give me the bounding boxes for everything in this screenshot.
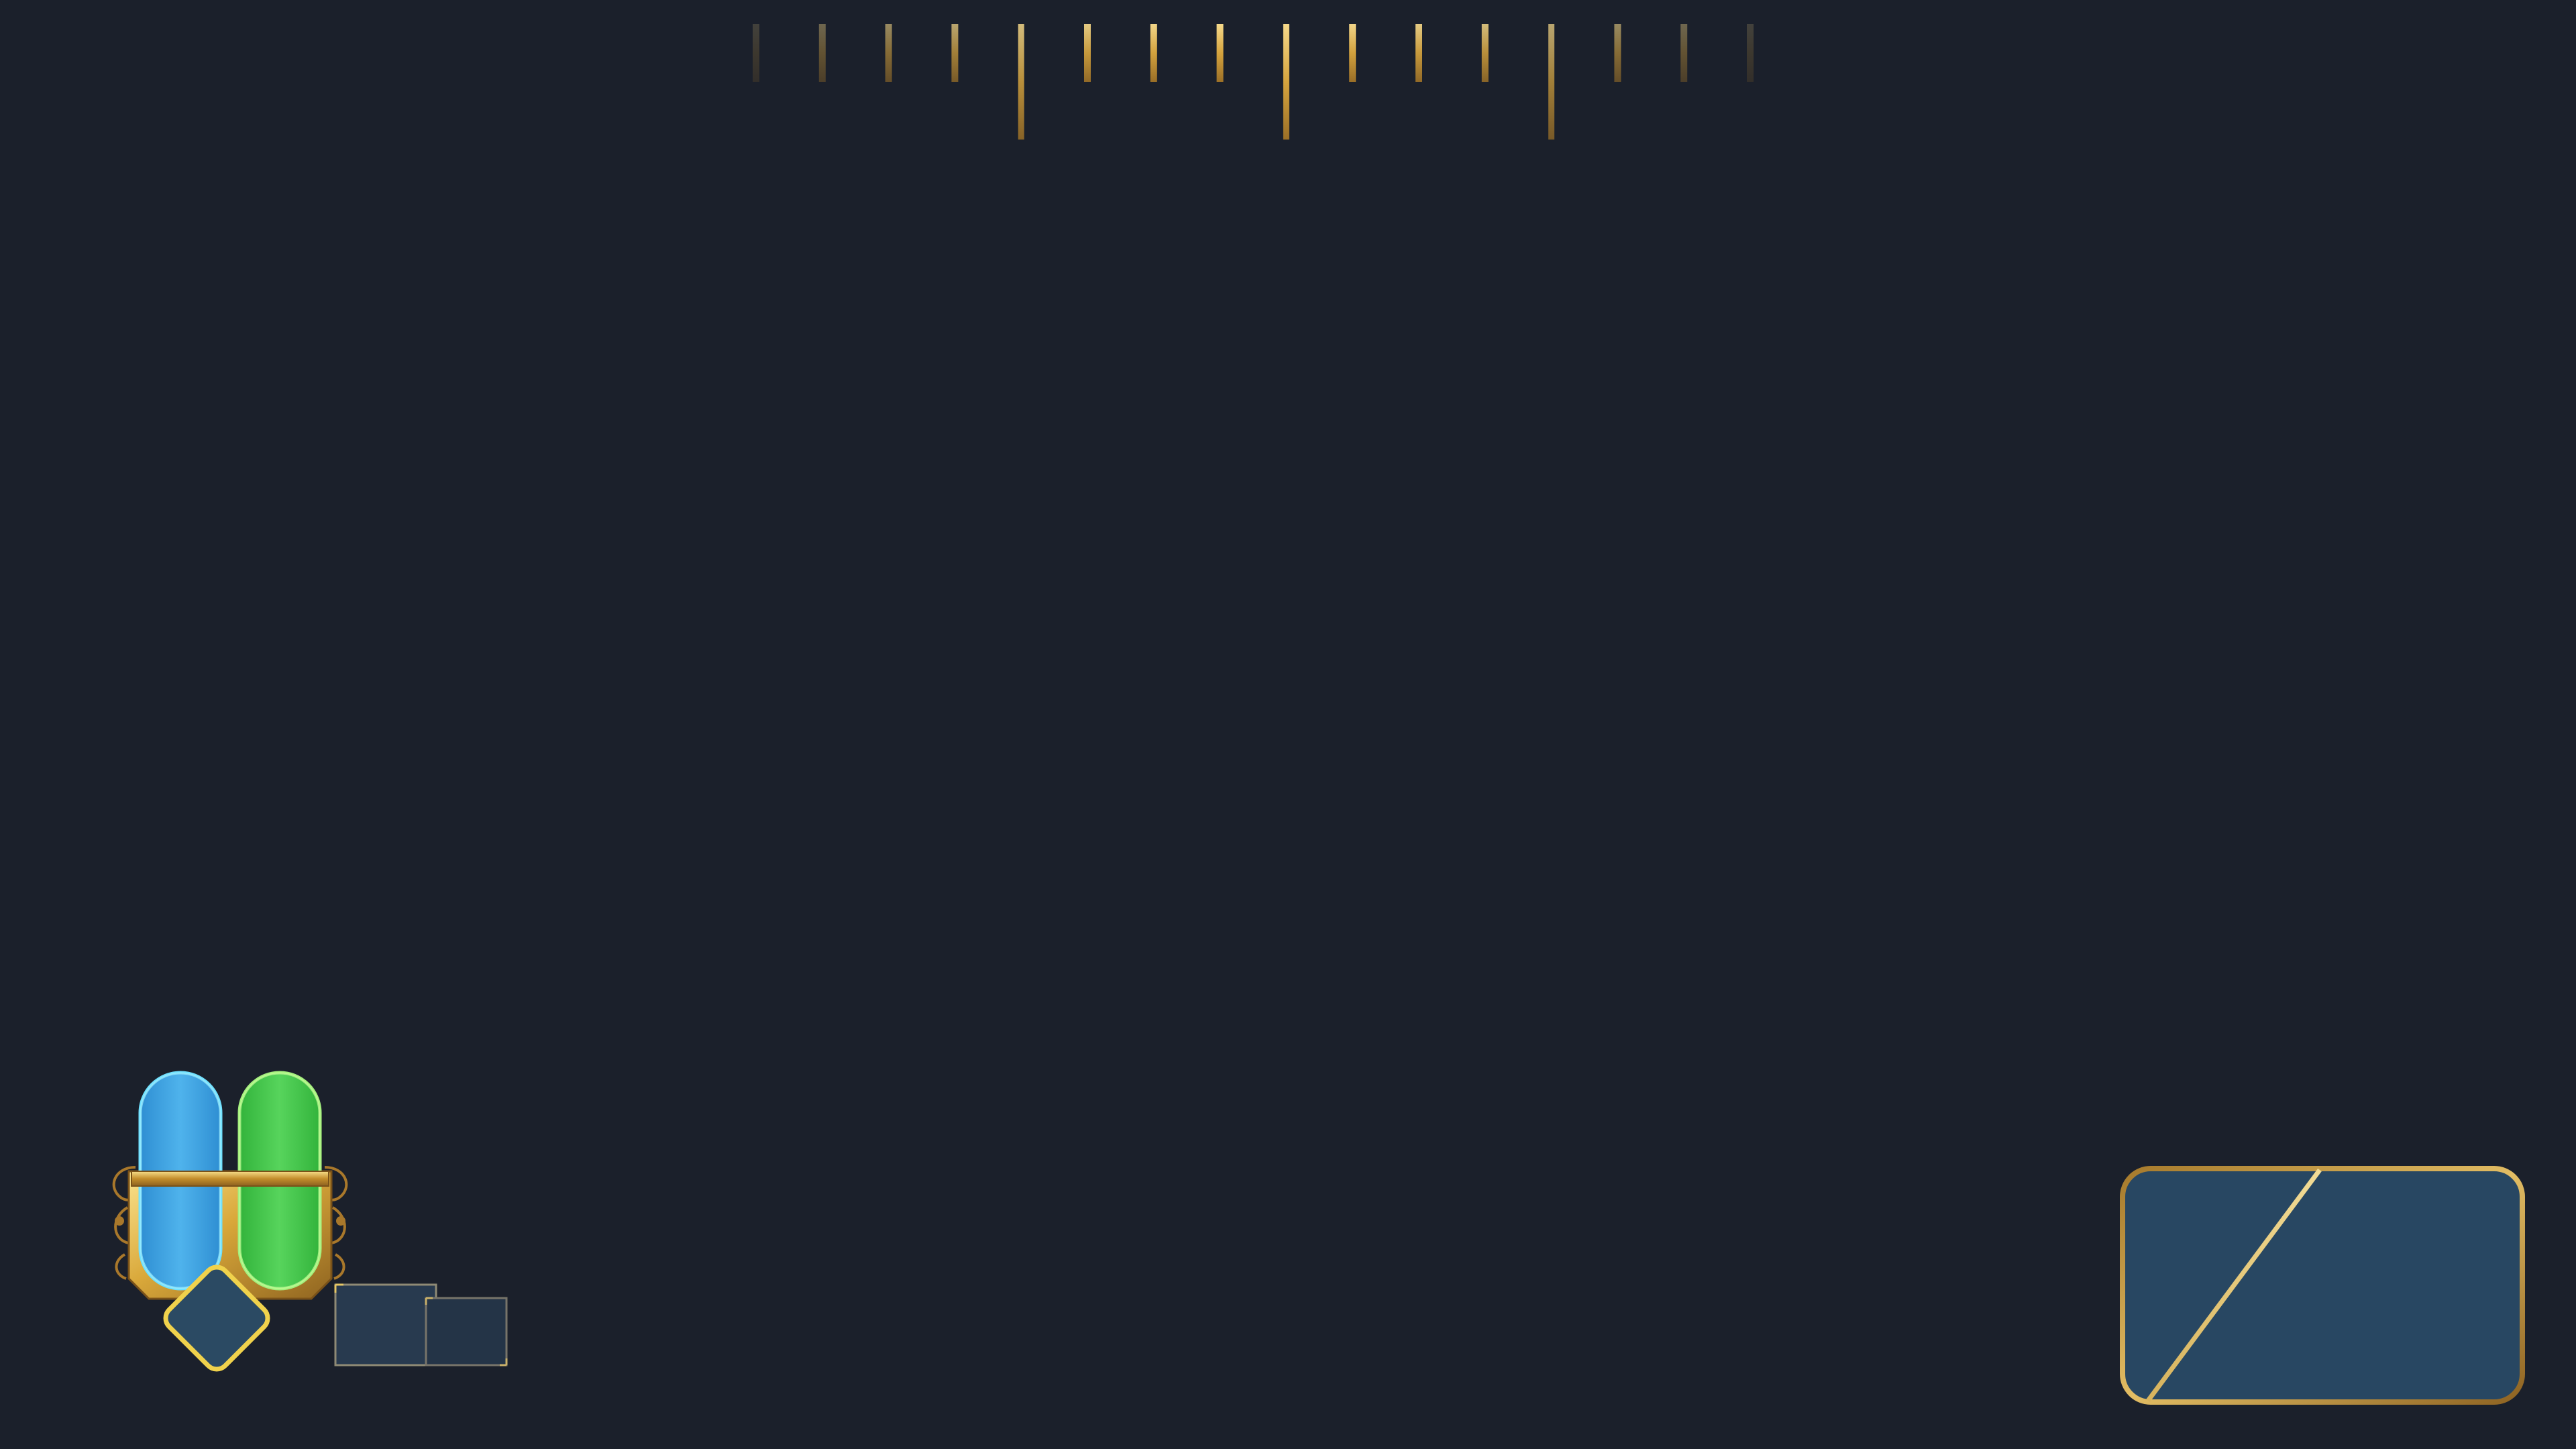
compass-minor-tick (1481, 24, 1489, 82)
minimap-panel[interactable] (2113, 1154, 2542, 1415)
vial-band (131, 1171, 329, 1187)
quick-slot-2[interactable] (425, 1297, 508, 1366)
quick-slots (334, 1283, 508, 1366)
game-scene (0, 0, 2576, 1449)
compass-minor-tick (1349, 24, 1356, 82)
compass-minor-tick (1614, 24, 1621, 82)
compass-minor-tick (1747, 24, 1754, 82)
quick-slot-1[interactable] (334, 1283, 437, 1366)
compass-major-tick (1283, 24, 1289, 140)
compass-minor-tick (1150, 24, 1157, 82)
compass-minor-tick (818, 24, 826, 82)
compass-major-tick (1548, 24, 1555, 140)
compass-minor-tick (1216, 24, 1224, 82)
compass-minor-tick (951, 24, 959, 82)
compass-major-tick (1018, 24, 1024, 140)
compass-minor-tick (1680, 24, 1688, 82)
compass-minor-tick (1415, 24, 1422, 82)
compass-minor-tick (885, 24, 892, 82)
compass-minor-tick (753, 24, 759, 82)
compass-heading-bar (753, 24, 1754, 140)
compass-minor-tick (1084, 24, 1091, 82)
